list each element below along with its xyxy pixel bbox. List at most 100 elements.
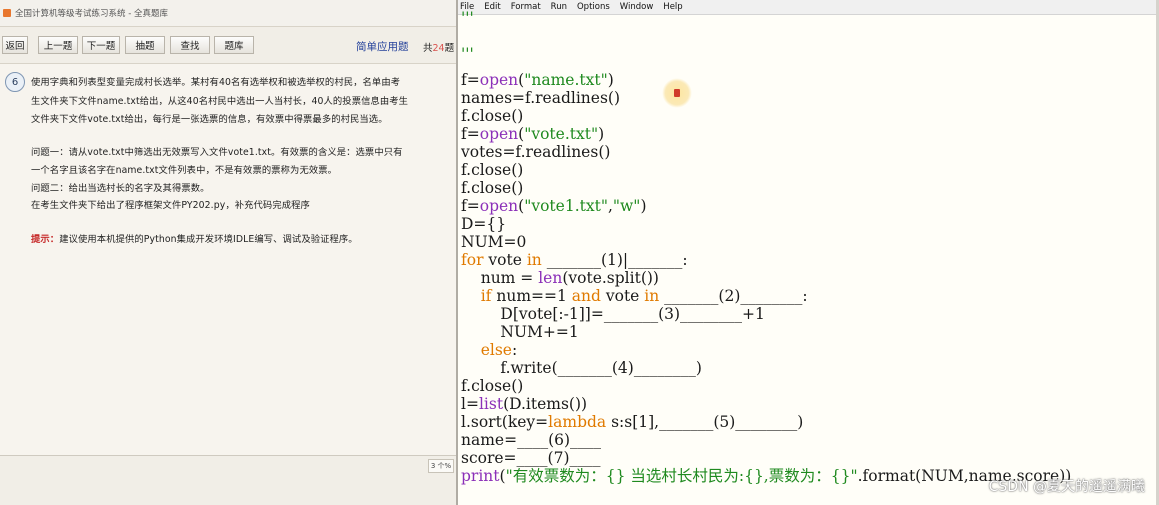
- code-token: "有效票数为：{} 当选村长村民为:{},票数为：{}": [505, 467, 858, 485]
- hint-text: 建议使用本机提供的Python集成开发环境IDLE编写、调试及验证程序。: [59, 234, 358, 245]
- idle-menubar: File Edit Format Run Options Window Help: [458, 0, 1159, 15]
- code-line: f.close(): [461, 161, 523, 179]
- code-token: f.write(_______(4)________): [461, 359, 702, 377]
- code-line: NUM=0: [461, 233, 526, 251]
- back-button[interactable]: 返回: [2, 36, 28, 54]
- code-line: ''': [461, 45, 474, 63]
- code-line: for vote in _______(1)|_______:: [461, 251, 688, 269]
- menu-run[interactable]: Run: [551, 2, 567, 12]
- code-token: open: [479, 71, 519, 89]
- code-token: "vote1.txt": [524, 197, 608, 215]
- code-line: l=list(D.items()): [461, 395, 587, 413]
- code-token: "vote.txt": [524, 125, 599, 143]
- code-token: open: [479, 197, 519, 215]
- total-suffix: 题: [444, 43, 455, 54]
- question-total: 共24题: [423, 40, 454, 54]
- code-token: score=____(7)____: [461, 449, 601, 467]
- question-line: 问题一：请从vote.txt中筛选出无效票写入文件vote1.txt。有效票的含…: [31, 147, 403, 158]
- hint-line: 提示：建议使用本机提供的Python集成开发环境IDLE编写、调试及验证程序。: [31, 231, 358, 245]
- cursor-highlight-icon: [662, 78, 692, 108]
- code-token: names=f.readlines(): [461, 89, 621, 107]
- code-token: list: [478, 395, 504, 413]
- code-token: NUM+=1: [461, 323, 579, 341]
- code-line: names=f.readlines(): [461, 89, 620, 107]
- code-line: f=open("vote1.txt","w"): [461, 197, 647, 215]
- menu-help[interactable]: Help: [663, 2, 682, 12]
- search-button[interactable]: 查找: [170, 36, 210, 54]
- code-token: len: [538, 269, 563, 287]
- question-number-badge: 6: [5, 72, 25, 92]
- menu-window[interactable]: Window: [620, 2, 654, 12]
- code-token: ): [607, 71, 614, 89]
- question-line: 问题二：给出当选村长的名字及其得票数。: [31, 183, 210, 194]
- code-token: D[vote[:-1]]=_______(3)________+1: [461, 305, 765, 323]
- code-token: (D.items()): [503, 395, 588, 413]
- code-token: name=____(6)____: [461, 431, 602, 449]
- app-logo-icon: [3, 9, 11, 17]
- exam-window: 全国计算机等级考试练习系统 - 全真题库 返回 上一题 下一题 抽题 查找 题库…: [0, 0, 456, 505]
- code-line: l.sort(key=lambda s:s[1],_______(5)_____…: [461, 413, 803, 431]
- menu-edit[interactable]: Edit: [484, 2, 500, 12]
- question-line: 一个名字且该名字在name.txt文件列表中，不是有效票的票称为无效票。: [31, 165, 338, 176]
- code-token: vote: [483, 251, 527, 269]
- exam-window-title: 全国计算机等级考试练习系统 - 全真题库: [15, 9, 168, 19]
- code-line: f.close(): [461, 107, 523, 125]
- question-bank-button[interactable]: 题库: [214, 36, 254, 54]
- code-token: vote: [600, 287, 645, 305]
- code-line: else:: [461, 341, 518, 359]
- idle-editor-window: File Edit Format Run Options Window Help…: [456, 0, 1159, 505]
- code-token: and: [571, 287, 601, 305]
- code-token: :: [511, 341, 518, 359]
- code-token: ): [598, 125, 605, 143]
- page-indicator: 3 个%: [428, 459, 454, 473]
- code-line: num = len(vote.split()): [461, 269, 659, 287]
- code-token: print: [461, 467, 500, 485]
- code-token: open: [479, 125, 519, 143]
- draw-question-button[interactable]: 抽题: [125, 36, 165, 54]
- code-token: votes=f.readlines(): [461, 143, 611, 161]
- exam-bottom-bar: [0, 455, 456, 505]
- code-token: "w": [612, 197, 641, 215]
- exam-toolbar: 返回 上一题 下一题 抽题 查找 题库 简单应用题 共24题: [0, 27, 456, 64]
- code-token: f=: [461, 197, 480, 215]
- total-prefix: 共: [423, 43, 433, 54]
- code-token: in: [644, 287, 660, 305]
- code-token: l.sort(key=: [461, 413, 549, 431]
- question-type-label: 简单应用题: [356, 41, 409, 53]
- next-question-button[interactable]: 下一题: [82, 36, 120, 54]
- watermark: CSDN @夏天的遥遥满曦: [988, 479, 1145, 495]
- code-token: if: [480, 287, 492, 305]
- question-line: 文件夹下文件vote.txt给出，每行是一张选票的信息，有效票中得票最多的村民当…: [31, 114, 388, 125]
- code-token: s:s[1],_______(5)________): [606, 413, 804, 431]
- code-token: else: [480, 341, 512, 359]
- menu-format[interactable]: Format: [511, 2, 541, 12]
- code-token: NUM=0: [461, 233, 527, 251]
- code-line: D={}: [461, 215, 506, 233]
- code-token: _______(1)|_______:: [541, 251, 688, 269]
- code-token: ''': [461, 9, 474, 27]
- code-token: D={}: [461, 215, 507, 233]
- prev-question-button[interactable]: 上一题: [38, 36, 78, 54]
- code-token: "name.txt": [524, 71, 608, 89]
- code-line: f=open("name.txt"): [461, 71, 614, 89]
- code-token: num =: [461, 269, 539, 287]
- code-line: D[vote[:-1]]=_______(3)________+1: [461, 305, 765, 323]
- code-line: f.close(): [461, 179, 523, 197]
- code-token: f.close(): [461, 161, 524, 179]
- code-line: if num==1 and vote in _______(2)________…: [461, 287, 808, 305]
- question-line: 生文件夹下文件name.txt给出，从这40名村民中选出一人当村长，40人的投票…: [31, 96, 409, 107]
- code-token: _______(2)________:: [659, 287, 808, 305]
- code-line: NUM+=1: [461, 323, 579, 341]
- code-token: in: [526, 251, 542, 269]
- code-token: f.close(): [461, 179, 524, 197]
- code-line: f.write(_______(4)________): [461, 359, 702, 377]
- total-count: 24: [432, 43, 445, 54]
- code-token: l=: [461, 395, 479, 413]
- code-token: num==1: [491, 287, 572, 305]
- menu-options[interactable]: Options: [577, 2, 610, 12]
- code-token: for: [461, 251, 484, 269]
- hint-label: 提示：: [31, 234, 60, 245]
- code-token: lambda: [548, 413, 607, 431]
